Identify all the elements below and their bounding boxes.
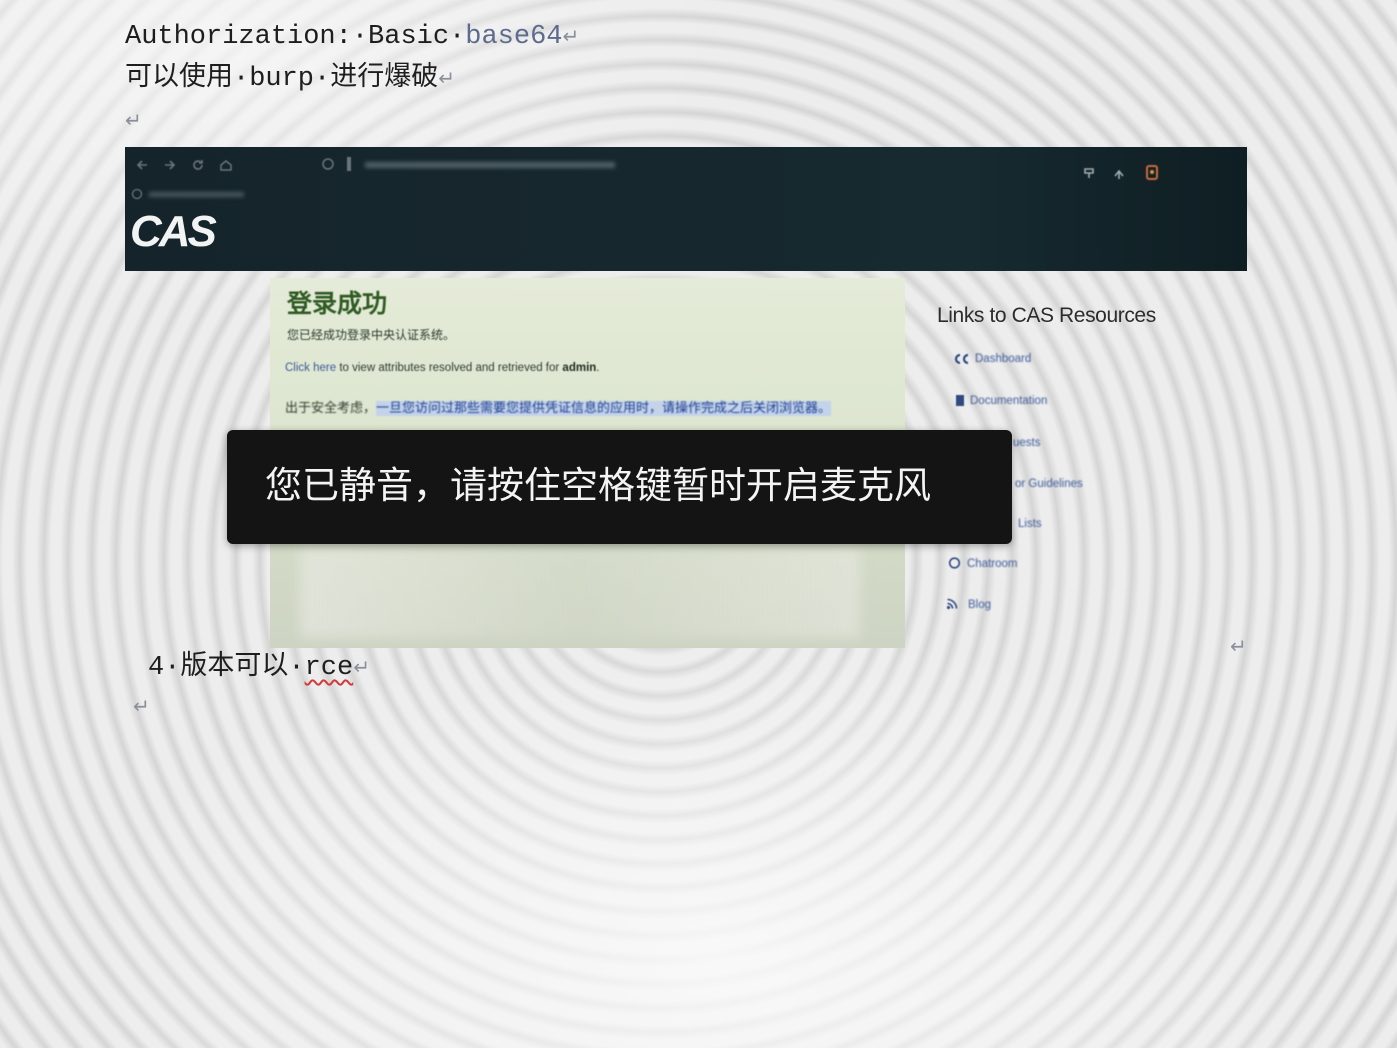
cas-logo: CAS <box>130 207 217 256</box>
sidebar-link-partial-3[interactable]: Lists <box>1018 518 1042 530</box>
security-note-highlight: 一旦您访问过那些需要您提供凭证信息的应用时，请操作完成之后关闭浏览器。 <box>376 401 832 416</box>
back-icon <box>136 160 147 170</box>
doc-line-authorization[interactable]: Authorization:·Basic·base64↵ <box>125 20 579 53</box>
sidebar-link-chatroom[interactable]: Chatroom <box>967 558 1018 570</box>
paragraph-mark: ↵ <box>133 694 150 718</box>
reload-icon <box>193 160 203 170</box>
doc-empty-line[interactable]: ↵ <box>125 104 142 137</box>
sidebar-link-blog[interactable]: Blog <box>968 599 991 611</box>
security-note: 出于安全考虑，一旦您访问过那些需要您提供凭证信息的应用时，请操作完成之后关闭浏览… <box>285 397 832 416</box>
security-note-prefix: 出于安全考虑， <box>285 401 377 416</box>
attributes-end: . <box>596 362 600 374</box>
cas-icon <box>954 353 969 365</box>
paragraph-mark: ↵ <box>438 66 455 90</box>
home-icon <box>220 160 232 171</box>
paragraph-mark: ↵ <box>562 24 580 48</box>
sidebar-link-dashboard[interactable]: Dashboard <box>975 353 1031 365</box>
shield-icon <box>322 158 334 170</box>
image-paragraph-mark: ↵ <box>1230 630 1247 663</box>
sidebar-link-documentation[interactable]: Documentation <box>970 395 1047 407</box>
login-success-title: 登录成功 <box>287 289 388 318</box>
base64-highlight: base64 <box>465 22 563 52</box>
info-icon <box>347 157 351 171</box>
attributes-text: to view attributes resolved and retrieve… <box>336 362 563 374</box>
cas-header-bar: CAS <box>125 147 1247 271</box>
attributes-line: Click here to view attributes resolved a… <box>285 362 600 374</box>
sidebar-link-partial-2[interactable]: or Guidelines <box>1015 478 1083 490</box>
globe-icon <box>131 188 143 200</box>
tab-url-label <box>149 192 244 197</box>
view-attributes-link[interactable]: Click here <box>285 362 336 374</box>
address-bar[interactable] <box>365 162 615 168</box>
burp-text: 可以使用·burp·进行爆破 <box>125 64 439 94</box>
auth-header-text: Authorization:·Basic· <box>125 22 466 52</box>
rss-icon <box>946 598 958 610</box>
doc-empty-line-2[interactable]: ↵ <box>133 690 150 723</box>
panel-blurred-content <box>300 548 860 638</box>
rce-text: 4·版本可以· <box>148 653 305 683</box>
book-icon <box>956 395 964 406</box>
login-success-message: 您已经成功登录中央认证系统。 <box>287 328 456 342</box>
chat-icon <box>948 557 961 569</box>
username: admin <box>562 362 597 374</box>
paragraph-mark: ↵ <box>1230 634 1247 658</box>
paragraph-mark: ↵ <box>353 655 370 679</box>
mute-toast: 您已静音，请按住空格键暂时开启麦克风 <box>227 430 1012 544</box>
pin-icon[interactable] <box>1083 167 1095 179</box>
misspelled-word[interactable]: rce <box>305 653 354 683</box>
doc-line-rce[interactable]: 4·版本可以·rce↵ <box>148 651 370 684</box>
share-icon[interactable] <box>1113 168 1125 180</box>
paragraph-mark: ↵ <box>125 108 142 132</box>
mute-toast-message: 您已静音，请按住空格键暂时开启麦克风 <box>265 464 931 507</box>
sidebar-title: Links to CAS Resources <box>937 304 1156 327</box>
doc-line-burp[interactable]: 可以使用·burp·进行爆破↵ <box>125 62 455 95</box>
extension-icon[interactable] <box>1144 164 1160 182</box>
forward-icon <box>165 160 176 170</box>
sidebar-link-partial-1[interactable]: uests <box>1013 437 1041 449</box>
